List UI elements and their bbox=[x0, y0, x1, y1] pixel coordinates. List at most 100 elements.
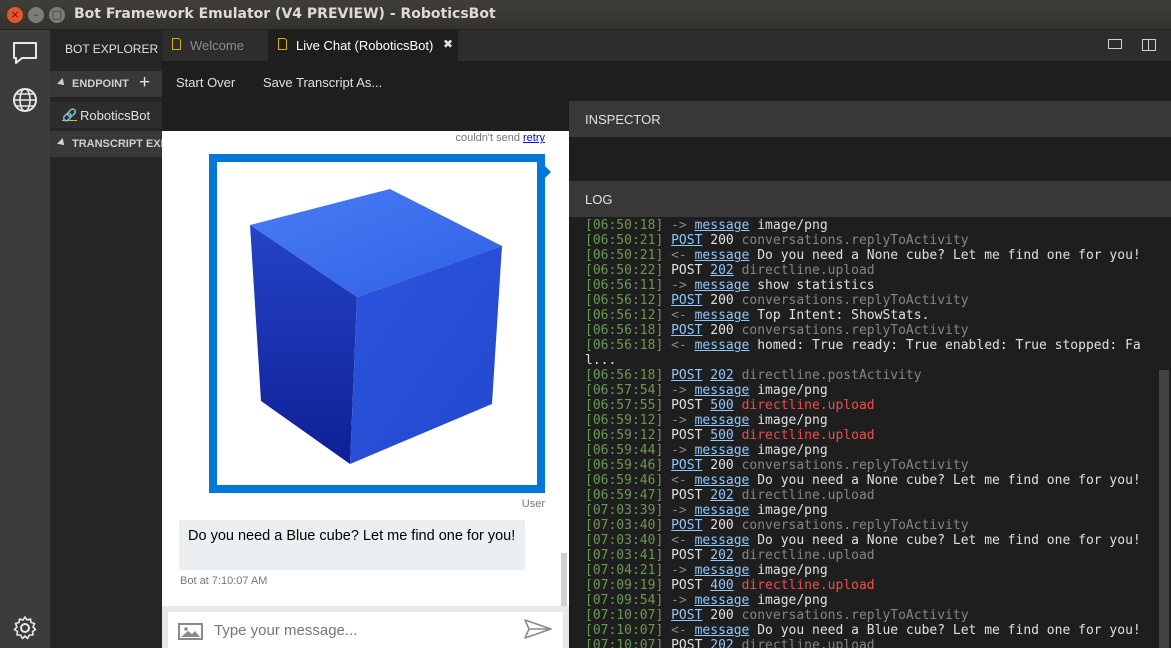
presentation-mode-icon[interactable] bbox=[1108, 39, 1122, 49]
log-detail: Do you need a None cube? Let me find one… bbox=[757, 533, 1141, 548]
log-method-link: POST bbox=[671, 488, 703, 503]
log-status-code[interactable]: 202 bbox=[710, 548, 733, 563]
transcript-section-header[interactable]: TRANSCRIPT EXPLORER bbox=[50, 131, 162, 157]
log-row: [07:04:21] -> message image/png bbox=[585, 563, 1155, 578]
log-method-link[interactable]: POST bbox=[671, 608, 702, 623]
chevron-down-icon bbox=[57, 138, 67, 148]
link-icon: 🔗 bbox=[62, 108, 77, 122]
log-detail: homed: True ready: True enabled: True st… bbox=[585, 338, 1141, 368]
log-row: [06:56:18] POST 202 directline.postActiv… bbox=[585, 368, 1155, 383]
log-direction: <- bbox=[671, 623, 687, 638]
log-direction: -> bbox=[671, 563, 687, 578]
log-method-link: POST bbox=[671, 428, 703, 443]
log-method-link[interactable]: POST bbox=[671, 233, 702, 248]
log-panel: [06:50:18] -> message image/png [06:50:21… bbox=[569, 217, 1171, 648]
window-minimize-button[interactable]: – bbox=[28, 7, 44, 23]
log-status-code[interactable]: 202 bbox=[710, 368, 733, 383]
chat-input-container: Type your message... bbox=[168, 612, 563, 648]
chat-scrollbar[interactable] bbox=[561, 553, 567, 608]
log-row: [06:59:47] POST 202 directline.upload bbox=[585, 488, 1155, 503]
log-row: [07:10:07] POST 202 directline.upload bbox=[585, 638, 1155, 648]
log-method-link[interactable]: message bbox=[695, 503, 750, 518]
start-over-button[interactable]: Start Over bbox=[176, 75, 235, 90]
log-timestamp: [07:09:54] bbox=[585, 593, 664, 608]
log-method-link[interactable]: POST bbox=[671, 323, 702, 338]
close-tab-icon[interactable]: ✖ bbox=[443, 37, 453, 51]
log-method-link[interactable]: message bbox=[695, 623, 750, 638]
log-row: [07:09:19] POST 400 directline.upload bbox=[585, 578, 1155, 593]
log-detail: conversations.replyToActivity bbox=[741, 233, 969, 248]
log-method-link[interactable]: message bbox=[695, 338, 750, 353]
message-input[interactable]: Type your message... bbox=[214, 622, 357, 639]
endpoint-item-roboticsbot[interactable]: 🔗 RoboticsBot bbox=[50, 102, 162, 128]
editor-tab-bar: Welcome Live Chat (RoboticsBot) ✖ bbox=[162, 30, 1171, 61]
log-method-link[interactable]: POST bbox=[671, 518, 702, 533]
log-method-link[interactable]: POST bbox=[671, 458, 702, 473]
log-timestamp: [06:57:54] bbox=[585, 383, 664, 398]
chat-input-bar: Type your message... bbox=[162, 606, 569, 648]
log-method-link[interactable]: message bbox=[695, 308, 750, 323]
log-status-code[interactable]: 500 bbox=[710, 428, 733, 443]
log-scrollbar[interactable] bbox=[1159, 370, 1169, 648]
log-direction: -> bbox=[671, 593, 687, 608]
log-method-link[interactable]: message bbox=[695, 218, 750, 233]
log-status-code: 200 bbox=[710, 293, 734, 308]
log-method-link[interactable]: message bbox=[695, 473, 750, 488]
log-status-code[interactable]: 202 bbox=[710, 638, 733, 648]
user-image-attachment[interactable] bbox=[209, 154, 545, 493]
log-method-link[interactable]: message bbox=[695, 593, 750, 608]
log-method-link[interactable]: message bbox=[695, 563, 750, 578]
endpoint-section-header[interactable]: ENDPOINT + bbox=[50, 71, 162, 97]
log-detail: conversations.replyToActivity bbox=[741, 323, 969, 338]
log-status-code[interactable]: 500 bbox=[710, 398, 733, 413]
endpoint-item-label: RoboticsBot bbox=[80, 108, 151, 123]
bubble-tail bbox=[545, 166, 551, 178]
log-method-link[interactable]: message bbox=[695, 413, 750, 428]
log-detail: directline.upload bbox=[741, 263, 875, 278]
transcript-section-label: TRANSCRIPT EXPLORER bbox=[72, 138, 162, 150]
log-method-link: POST bbox=[671, 398, 703, 413]
log-row: [06:50:18] -> message image/png bbox=[585, 218, 1155, 233]
user-sender-label: User bbox=[521, 498, 545, 510]
chat-icon[interactable] bbox=[11, 39, 39, 67]
log-method-link[interactable]: message bbox=[695, 278, 750, 293]
add-endpoint-button[interactable]: + bbox=[139, 72, 150, 94]
log-method-link[interactable]: message bbox=[695, 533, 750, 548]
log-status-code[interactable]: 202 bbox=[710, 488, 733, 503]
split-view-icon[interactable] bbox=[1142, 39, 1156, 51]
retry-link[interactable]: retry bbox=[523, 132, 545, 144]
log-direction: <- bbox=[671, 473, 687, 488]
log-method-link: POST bbox=[671, 548, 703, 563]
log-method-link[interactable]: POST bbox=[671, 368, 702, 383]
log-direction: <- bbox=[671, 308, 687, 323]
send-icon[interactable] bbox=[523, 618, 553, 640]
log-detail: Do you need a None cube? Let me find one… bbox=[757, 248, 1141, 263]
globe-icon[interactable] bbox=[11, 86, 39, 114]
log-method-link[interactable]: message bbox=[695, 383, 750, 398]
log-detail: image/png bbox=[757, 413, 828, 428]
log-status-code[interactable]: 202 bbox=[710, 263, 733, 278]
window-maximize-button[interactable]: □ bbox=[49, 7, 65, 23]
tab-welcome[interactable]: Welcome bbox=[162, 30, 268, 61]
log-detail: conversations.replyToActivity bbox=[741, 293, 969, 308]
log-method-link[interactable]: message bbox=[695, 443, 750, 458]
save-transcript-button[interactable]: Save Transcript As... bbox=[263, 75, 382, 90]
log-method-link[interactable]: message bbox=[695, 248, 750, 263]
settings-gear-icon[interactable] bbox=[11, 614, 39, 642]
tab-live-chat[interactable]: Live Chat (RoboticsBot) ✖ bbox=[268, 30, 458, 61]
log-direction: -> bbox=[671, 503, 687, 518]
log-status-code: 200 bbox=[710, 233, 734, 248]
log-method-link: POST bbox=[671, 638, 703, 648]
inspector-log-area: INSPECTOR LOG [06:50:18] -> message imag… bbox=[569, 101, 1171, 648]
log-timestamp: [06:59:12] bbox=[585, 428, 664, 443]
log-detail: conversations.replyToActivity bbox=[741, 458, 969, 473]
log-timestamp: [06:57:55] bbox=[585, 398, 664, 413]
log-timestamp: [06:50:18] bbox=[585, 218, 664, 233]
blue-cube-image bbox=[250, 189, 502, 464]
upload-image-icon[interactable] bbox=[178, 623, 203, 640]
log-detail: Do you need a None cube? Let me find one… bbox=[757, 473, 1141, 488]
log-method-link: POST bbox=[671, 578, 703, 593]
log-method-link[interactable]: POST bbox=[671, 293, 702, 308]
window-close-button[interactable]: × bbox=[7, 7, 23, 23]
log-status-code[interactable]: 400 bbox=[710, 578, 733, 593]
